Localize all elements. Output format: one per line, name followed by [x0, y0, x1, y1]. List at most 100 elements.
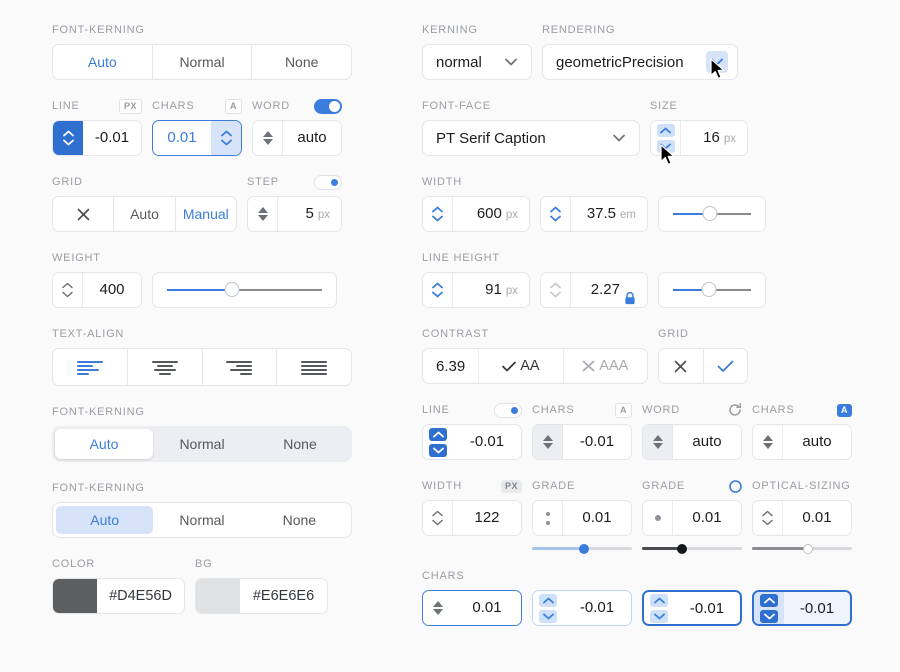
- text-align-segmented[interactable]: [52, 348, 352, 386]
- font-face-select[interactable]: PT Serif Caption: [422, 120, 640, 156]
- vline-field[interactable]: -0.01: [422, 424, 522, 460]
- align-left-icon[interactable]: [53, 349, 128, 385]
- chars-variant-1-value[interactable]: 0.01: [453, 591, 521, 625]
- grade1-slider[interactable]: [532, 543, 632, 554]
- line-height-px-field[interactable]: 91 px: [422, 272, 530, 308]
- align-center-icon[interactable]: [128, 349, 203, 385]
- word-spacing-value[interactable]: auto: [283, 121, 341, 155]
- vword-field[interactable]: auto: [642, 424, 742, 460]
- chars-variant-2-up[interactable]: [539, 593, 557, 607]
- color-field[interactable]: #D4E56D: [52, 578, 185, 614]
- align-justify-icon[interactable]: [277, 349, 351, 385]
- width-em-value-wrap[interactable]: 37.5 em: [571, 197, 647, 231]
- width-slider-thumb[interactable]: [702, 206, 718, 221]
- size-value-wrap[interactable]: 16 px: [681, 121, 747, 155]
- width-em-field[interactable]: 37.5 em: [540, 196, 648, 232]
- chars-variant-4-down[interactable]: [760, 609, 778, 623]
- width-px-field[interactable]: 600 px: [422, 196, 530, 232]
- line-height-ratio-stepper[interactable]: [541, 273, 571, 307]
- chars-variant-1-field[interactable]: 0.01: [422, 590, 522, 626]
- size-stepper-up[interactable]: [656, 123, 675, 137]
- grid-toggle-close[interactable]: [659, 349, 704, 383]
- optical-sizing-slider-thumb[interactable]: [803, 543, 813, 554]
- gwidth-unit-badge[interactable]: PX: [500, 479, 522, 493]
- kerning-select[interactable]: normal: [422, 44, 532, 80]
- gwidth-field[interactable]: 122: [422, 500, 522, 536]
- grade2-stepper[interactable]: [643, 501, 673, 535]
- lock-icon[interactable]: [624, 284, 636, 304]
- vword-value[interactable]: auto: [673, 425, 741, 459]
- color-swatch[interactable]: [53, 579, 97, 613]
- vline-toggle[interactable]: [494, 402, 522, 418]
- size-field[interactable]: 16 px: [650, 120, 748, 156]
- bg-swatch[interactable]: [196, 579, 240, 613]
- bg-field[interactable]: #E6E6E6: [195, 578, 328, 614]
- contrast-aa-badge[interactable]: AA: [479, 349, 564, 383]
- vline-stepper[interactable]: [423, 425, 453, 459]
- weight-stepper[interactable]: [53, 273, 83, 307]
- font-kerning-3-option-auto[interactable]: Auto: [56, 506, 154, 534]
- word-spacing-field[interactable]: auto: [252, 120, 342, 156]
- grid-toggle-segmented[interactable]: [658, 348, 748, 384]
- chars-variant-1-stepper[interactable]: [423, 591, 453, 625]
- grid-option-manual[interactable]: Manual: [176, 197, 236, 231]
- vline-stepper-up[interactable]: [429, 427, 447, 441]
- vline-stepper-down[interactable]: [429, 443, 447, 457]
- font-kerning-1-option-none[interactable]: None: [252, 45, 351, 79]
- vchars2-auto-badge[interactable]: A: [837, 403, 852, 417]
- chars-variant-4-up[interactable]: [760, 593, 778, 607]
- font-kerning-2-option-none[interactable]: None: [251, 429, 349, 459]
- line-height-ratio-value-wrap[interactable]: 2.27: [571, 273, 647, 307]
- vchars1-value[interactable]: -0.01: [563, 425, 631, 459]
- chars-variant-3-field[interactable]: -0.01: [642, 590, 742, 626]
- refresh-icon[interactable]: [728, 403, 742, 417]
- vchars1-auto-badge[interactable]: A: [615, 402, 632, 418]
- chars-variant-3-value[interactable]: -0.01: [674, 592, 740, 624]
- vchars2-field[interactable]: auto: [752, 424, 852, 460]
- rendering-select[interactable]: geometricPrecision: [542, 44, 738, 80]
- chars-auto-badge[interactable]: A: [225, 98, 242, 114]
- grid-option-auto[interactable]: Auto: [114, 197, 176, 231]
- width-px-value-wrap[interactable]: 600 px: [453, 197, 529, 231]
- chevron-down-icon[interactable]: [608, 127, 630, 149]
- grade1-stepper[interactable]: [533, 501, 563, 535]
- chars-spacing-field[interactable]: 0.01: [152, 120, 242, 156]
- font-kerning-3-segmented[interactable]: Auto Normal None: [52, 502, 352, 538]
- font-kerning-2-option-auto[interactable]: Auto: [55, 429, 153, 459]
- chevron-down-icon[interactable]: [706, 51, 728, 73]
- optical-sizing-slider[interactable]: [752, 543, 852, 554]
- color-value[interactable]: #D4E56D: [97, 579, 184, 613]
- grid-step-field[interactable]: 5 px: [247, 196, 342, 232]
- size-stepper-down[interactable]: [656, 139, 675, 153]
- weight-value[interactable]: 400: [83, 273, 141, 307]
- width-slider-track[interactable]: [673, 206, 751, 221]
- width-slider[interactable]: [658, 196, 766, 232]
- weight-slider[interactable]: [152, 272, 337, 308]
- width-em-stepper[interactable]: [541, 197, 571, 231]
- gwidth-stepper[interactable]: [423, 501, 453, 535]
- word-spacing-stepper[interactable]: [253, 121, 283, 155]
- optical-sizing-value[interactable]: 0.01: [783, 501, 851, 535]
- size-stepper[interactable]: [651, 121, 681, 155]
- chars-spacing-stepper[interactable]: [211, 121, 241, 155]
- vline-value[interactable]: -0.01: [453, 425, 521, 459]
- line-height-slider[interactable]: [658, 272, 766, 308]
- weight-slider-thumb[interactable]: [224, 282, 240, 297]
- line-spacing-value[interactable]: -0.01: [83, 121, 141, 155]
- vchars1-field[interactable]: -0.01: [532, 424, 632, 460]
- weight-field[interactable]: 400: [52, 272, 142, 308]
- grade2-slider-thumb[interactable]: [677, 543, 687, 554]
- optical-sizing-field[interactable]: 0.01: [752, 500, 852, 536]
- line-height-px-value-wrap[interactable]: 91 px: [453, 273, 529, 307]
- chars-variant-4-field[interactable]: -0.01: [752, 590, 852, 626]
- line-height-slider-track[interactable]: [673, 282, 751, 297]
- chars-variant-3-up[interactable]: [650, 593, 668, 607]
- font-kerning-2-segmented[interactable]: Auto Normal None: [52, 426, 352, 462]
- step-toggle[interactable]: [314, 174, 342, 190]
- chars-variant-2-down[interactable]: [539, 609, 557, 623]
- chars-variant-2-field[interactable]: -0.01: [532, 590, 632, 626]
- line-height-ratio-field[interactable]: 2.27: [540, 272, 648, 308]
- width-px-stepper[interactable]: [423, 197, 453, 231]
- chars-spacing-value[interactable]: 0.01: [153, 121, 211, 155]
- chars-variant-3-down[interactable]: [650, 609, 668, 623]
